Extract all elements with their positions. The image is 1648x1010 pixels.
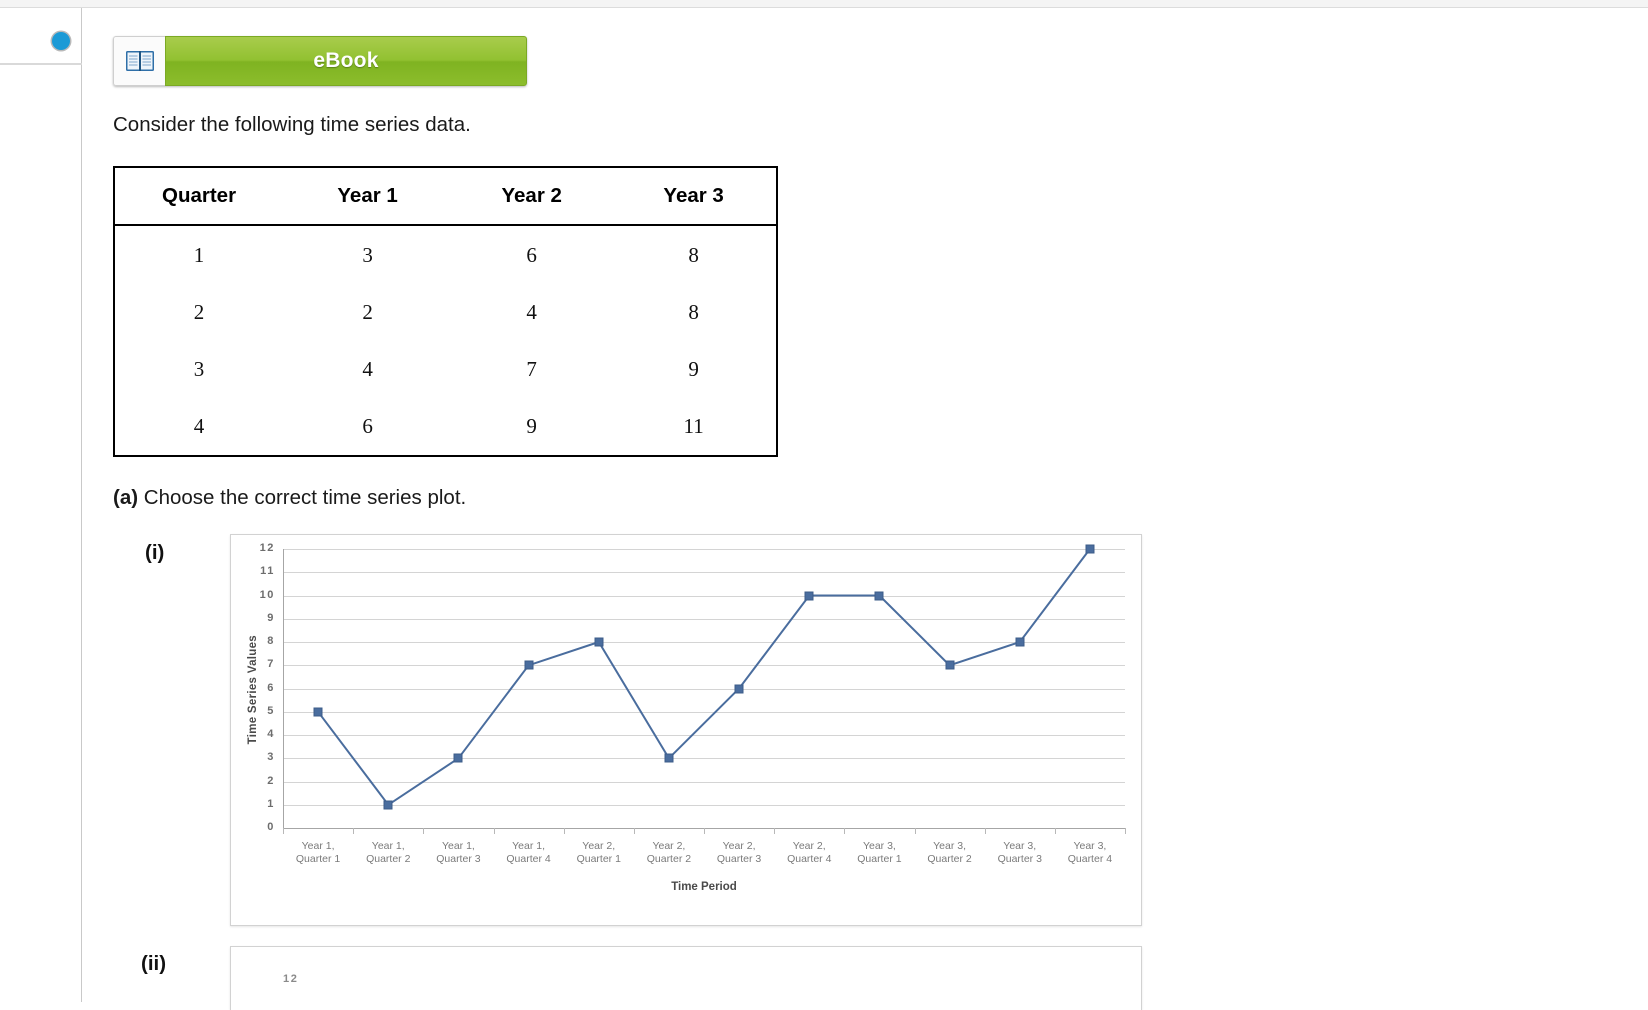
chart-data-point [313, 707, 323, 717]
chart-data-point [1015, 637, 1025, 647]
book-icon [113, 36, 165, 86]
chart-data-point [874, 591, 884, 600]
table-cell: 11 [683, 414, 704, 438]
table-row: 3 4 7 9 [114, 341, 777, 398]
table-cell: 7 [526, 357, 537, 381]
table-header-cell: Year 2 [452, 167, 612, 226]
part-a-label: (a) [113, 486, 139, 509]
table-header-row: Quarter Year 1 Year 2 Year 3 [114, 167, 777, 226]
table-cell: 6 [362, 414, 373, 438]
table-cell: 8 [688, 243, 699, 267]
chart-data-point [594, 637, 604, 647]
table-row: 1 3 6 8 [114, 225, 777, 284]
table-cell: 3 [193, 357, 205, 381]
ebook-button[interactable]: eBook [113, 36, 527, 86]
table-row: 2 2 4 8 [114, 284, 777, 341]
table-header-cell: Year 1 [283, 167, 453, 226]
sidebar-rail [0, 8, 82, 1002]
current-step-dot[interactable] [52, 32, 70, 50]
table-cell: 9 [688, 357, 699, 381]
table-header-cell: Year 3 [611, 167, 777, 226]
table-cell: 4 [526, 300, 537, 324]
table-cell: 2 [193, 300, 205, 324]
window-top-strip [0, 0, 1648, 8]
chart-data-point [734, 684, 744, 693]
table-cell: 9 [526, 414, 537, 438]
chart-data-point [1085, 544, 1095, 554]
table-cell: 3 [362, 243, 373, 267]
question-part-a: (a) Choose the correct time series plot. [113, 486, 466, 510]
chart-data-point [804, 591, 814, 600]
chart-ii-ytick: 12 [283, 973, 299, 985]
question-prompt: Consider the following time series data. [113, 113, 471, 136]
time-series-data-table: Quarter Year 1 Year 2 Year 3 1 3 6 8 2 2… [113, 166, 778, 457]
table-cell: 6 [526, 243, 537, 267]
option-i-label[interactable]: (i) [145, 541, 164, 565]
table-row: 4 6 9 11 [114, 398, 777, 456]
part-a-text: Choose the correct time series plot. [143, 486, 467, 509]
option-ii-chart[interactable]: 12 [230, 946, 1142, 1010]
table-cell: 2 [362, 300, 373, 324]
chart-data-point [383, 800, 393, 810]
option-i-chart[interactable]: Time Series Values 0 1 2 3 4 5 6 7 8 9 10 11 12 Year 1… [230, 534, 1142, 926]
chart-data-point [945, 660, 955, 670]
table-cell: 4 [362, 357, 373, 381]
table-header-cell: Quarter [114, 167, 284, 226]
option-ii-label[interactable]: (ii) [141, 952, 166, 976]
table-cell: 4 [193, 414, 205, 438]
chart-data-point [524, 660, 534, 670]
chart-series-line [317, 548, 1091, 807]
sidebar-divider [0, 63, 82, 65]
ebook-button-label: eBook [165, 36, 527, 86]
chart-data-point [453, 753, 463, 763]
question-content-panel: eBook Consider the following time series… [83, 8, 1648, 1010]
table-cell: 1 [193, 243, 205, 267]
chart-data-point [664, 753, 674, 763]
table-cell: 8 [688, 300, 699, 324]
